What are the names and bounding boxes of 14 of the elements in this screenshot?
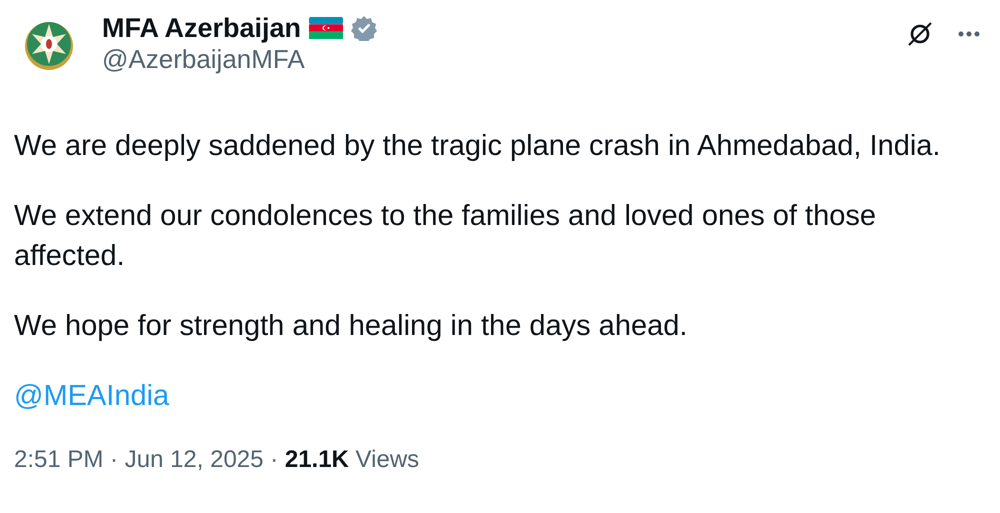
flag-icon [309, 17, 344, 40]
views-count: 21.1K [284, 446, 349, 473]
grok-icon[interactable] [906, 20, 934, 48]
separator-dot: · [269, 446, 280, 473]
tweet-paragraph: We hope for strength and healing in the days ahead. [14, 308, 688, 344]
author-name[interactable]: MFA Azerbaijan [102, 12, 302, 44]
tweet-paragraph: We extend our condolences to the families and loved ones of those affected. [14, 198, 877, 274]
author-handle[interactable]: @AzerbaijanMFA [102, 44, 378, 76]
post-date[interactable]: Jun 12, 2025 [124, 446, 264, 473]
views-label: Views [354, 446, 420, 473]
more-icon[interactable] [958, 31, 980, 37]
tweet-paragraph: We are deeply saddened by the tragic plane crash in Ahmedabad, India. [14, 128, 942, 164]
post-time[interactable]: 2:51 PM [14, 446, 104, 473]
separator-dot: · [109, 446, 120, 473]
